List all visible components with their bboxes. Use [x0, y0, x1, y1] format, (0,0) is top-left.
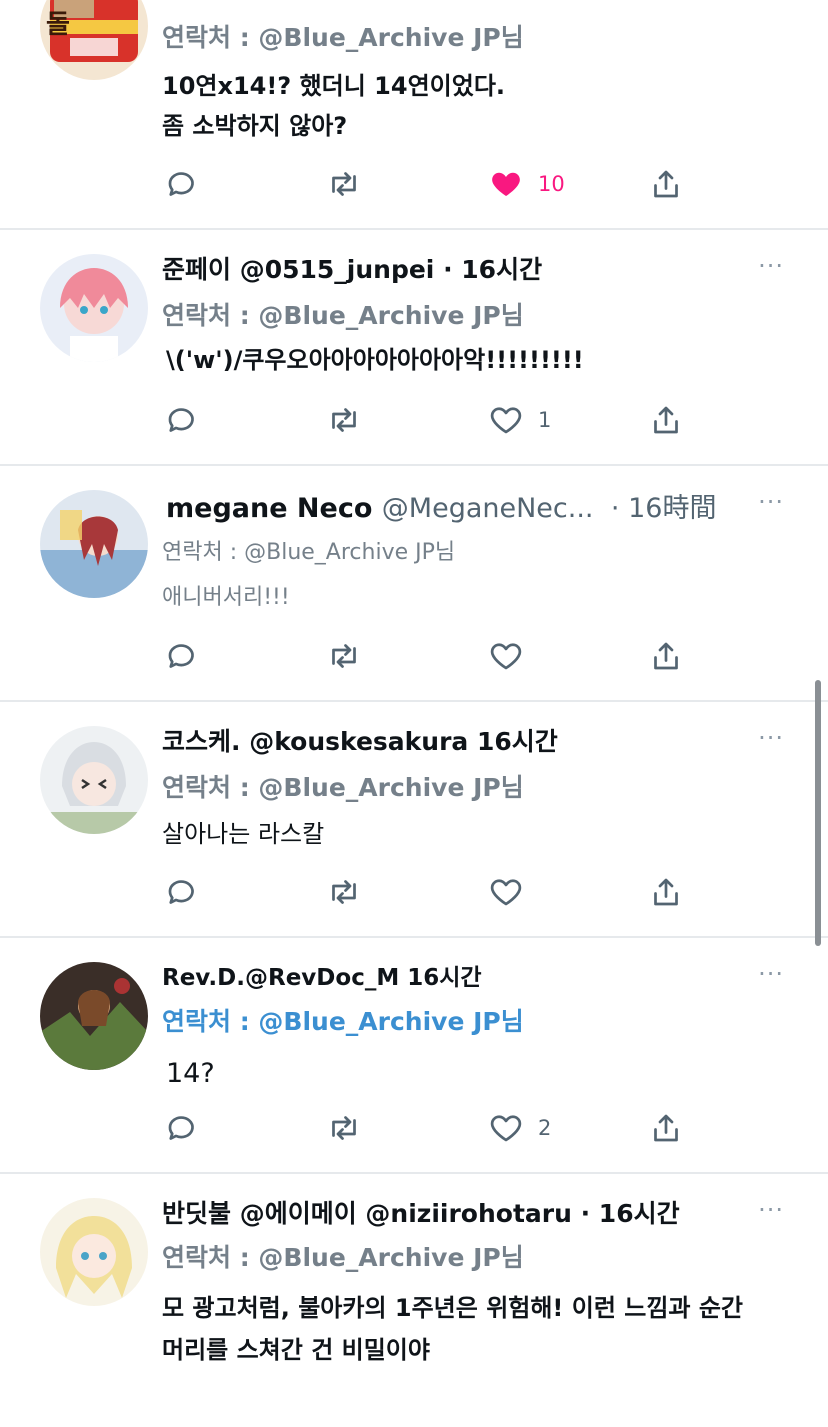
reply-button[interactable] [164, 872, 200, 912]
share-icon [654, 1114, 678, 1142]
reply-to-label[interactable]: 연락처 : @Blue_Archive JP님 [162, 534, 455, 566]
like-button[interactable] [488, 636, 524, 676]
avatar[interactable] [40, 962, 148, 1070]
reply-button[interactable] [164, 636, 200, 676]
tweet-actions: 10 [0, 164, 828, 204]
tweet-actions: 2 [0, 1108, 828, 1148]
like-button[interactable] [488, 872, 524, 912]
reply-to-label[interactable]: 연락처 : @Blue_Archive JP님 [162, 768, 524, 804]
tweet-text-line-1: 10연x14!? 했더니 14연이었다. [162, 72, 506, 100]
tweet-text-line-1: \('w')/쿠우오아아아아아아아악!!!!!!!!! [166, 346, 584, 374]
tweet-text-line-2: 좀 소박하지 않아? [162, 112, 348, 140]
reply-button[interactable] [164, 164, 200, 204]
tweet-3[interactable]: 코스케. @kouskesakura 16시간 ··· 연락처 : @Blue_… [0, 702, 828, 938]
author-name: megane Neco [166, 493, 373, 524]
avatar[interactable] [40, 254, 148, 362]
reply-icon [168, 1116, 194, 1140]
heart-outline-icon [490, 643, 522, 670]
retweet-button[interactable] [326, 872, 362, 912]
reply-icon [168, 408, 194, 432]
heart-outline-icon [490, 879, 522, 906]
scrollbar[interactable] [815, 680, 821, 946]
tweet-2[interactable]: megane Neco @MeganeNec... · 16時間 ··· 연락처… [0, 466, 828, 702]
chibi-avatar-icon [40, 726, 148, 834]
tweet-author-line[interactable]: megane Neco @MeganeNec... · 16時間 [166, 486, 716, 525]
tweet-actions [0, 636, 828, 676]
like-button[interactable]: 1 [488, 400, 551, 440]
dark-art-avatar-icon [40, 962, 148, 1070]
tweet-author-line[interactable]: Rev.D.@RevDoc_M 16시간 [162, 958, 482, 992]
reply-to-label[interactable]: 연락처 : @Blue_Archive JP님 [162, 1002, 524, 1038]
tweet-1[interactable]: 준페이 @0515_junpei · 16시간 ··· 연락처 : @Blue_… [0, 230, 828, 466]
heart-filled-icon [492, 172, 520, 196]
tweet-time: · 16時間 [610, 493, 717, 524]
like-count: 2 [538, 1116, 552, 1140]
like-count: 10 [538, 172, 565, 196]
retweet-button[interactable] [326, 1108, 362, 1148]
tweet-actions: 1 [0, 400, 828, 440]
share-button[interactable] [648, 164, 684, 204]
share-button[interactable] [648, 636, 684, 676]
tweet-text-line-1: 모 광고처럼, 불아카의 1주년은 위험해! 이런 느낌과 순간 [162, 1294, 744, 1322]
reply-feed: 돌 연락처 : @Blue_Archive JP님 10연x14!? 했더니 1… [0, 0, 828, 1427]
avatar-badge: 돌 [46, 10, 70, 40]
anime-girl-avatar-icon [40, 254, 148, 362]
tweet-text-line-1: 14? [166, 1058, 215, 1089]
tweet-actions [0, 872, 828, 912]
share-icon [654, 406, 678, 434]
retweet-button[interactable] [326, 400, 362, 440]
tweet-text-line-1: 애니버서리!!! [162, 585, 290, 610]
author-handle: @MeganeNec... [381, 493, 594, 524]
tweet-author-line[interactable]: 코스케. @kouskesakura 16시간 [162, 722, 558, 758]
reply-to-label[interactable]: 연락처 : @Blue_Archive JP님 [162, 18, 524, 54]
retweet-button[interactable] [326, 164, 362, 204]
more-options-icon[interactable]: ··· [758, 724, 784, 752]
retweet-icon [332, 408, 356, 432]
retweet-button[interactable] [326, 636, 362, 676]
more-options-icon[interactable]: ··· [758, 488, 784, 516]
heart-outline-icon [490, 1115, 522, 1142]
like-count: 1 [538, 408, 552, 432]
tweet-text-line-2: 머리를 스쳐간 건 비밀이야 [162, 1336, 430, 1364]
share-icon [654, 170, 678, 198]
tweet-4[interactable]: Rev.D.@RevDoc_M 16시간 ··· 연락처 : @Blue_Arc… [0, 938, 828, 1174]
retweet-icon [332, 644, 356, 668]
like-button[interactable]: 10 [488, 164, 565, 204]
share-button[interactable] [648, 872, 684, 912]
tweet-5[interactable]: 반딧불 @에이메이 @niziirohotaru · 16시간 ··· 연락처 … [0, 1174, 828, 1427]
reply-icon [168, 644, 194, 668]
retweet-icon [332, 880, 356, 904]
share-button[interactable] [648, 400, 684, 440]
more-options-icon[interactable]: ··· [758, 252, 784, 280]
blonde-girl-avatar-icon [40, 1198, 148, 1306]
more-options-icon[interactable]: ··· [758, 960, 784, 988]
reply-icon [168, 172, 194, 196]
anime-character-avatar-icon [40, 490, 148, 598]
more-options-icon[interactable]: ··· [758, 1196, 784, 1224]
heart-outline-icon [490, 407, 522, 434]
reply-to-label[interactable]: 연락처 : @Blue_Archive JP님 [162, 1238, 524, 1274]
share-icon [654, 878, 678, 906]
tweet-0[interactable]: 돌 연락처 : @Blue_Archive JP님 10연x14!? 했더니 1… [0, 0, 828, 230]
tweet-author-line[interactable]: 준페이 @0515_junpei · 16시간 [162, 250, 542, 286]
share-icon [654, 642, 678, 670]
reply-to-label[interactable]: 연락처 : @Blue_Archive JP님 [162, 296, 524, 332]
tweet-author-line[interactable]: 반딧불 @에이메이 @niziirohotaru · 16시간 [162, 1194, 680, 1230]
reply-button[interactable] [164, 1108, 200, 1148]
like-button[interactable]: 2 [488, 1108, 551, 1148]
reply-button[interactable] [164, 400, 200, 440]
avatar[interactable] [40, 490, 148, 598]
retweet-icon [332, 1116, 356, 1140]
avatar[interactable] [40, 1198, 148, 1306]
tweet-text-line-1: 살아나는 라스칼 [162, 820, 325, 848]
avatar[interactable] [40, 726, 148, 834]
share-button[interactable] [648, 1108, 684, 1148]
reply-icon [168, 880, 194, 904]
retweet-icon [332, 172, 356, 196]
